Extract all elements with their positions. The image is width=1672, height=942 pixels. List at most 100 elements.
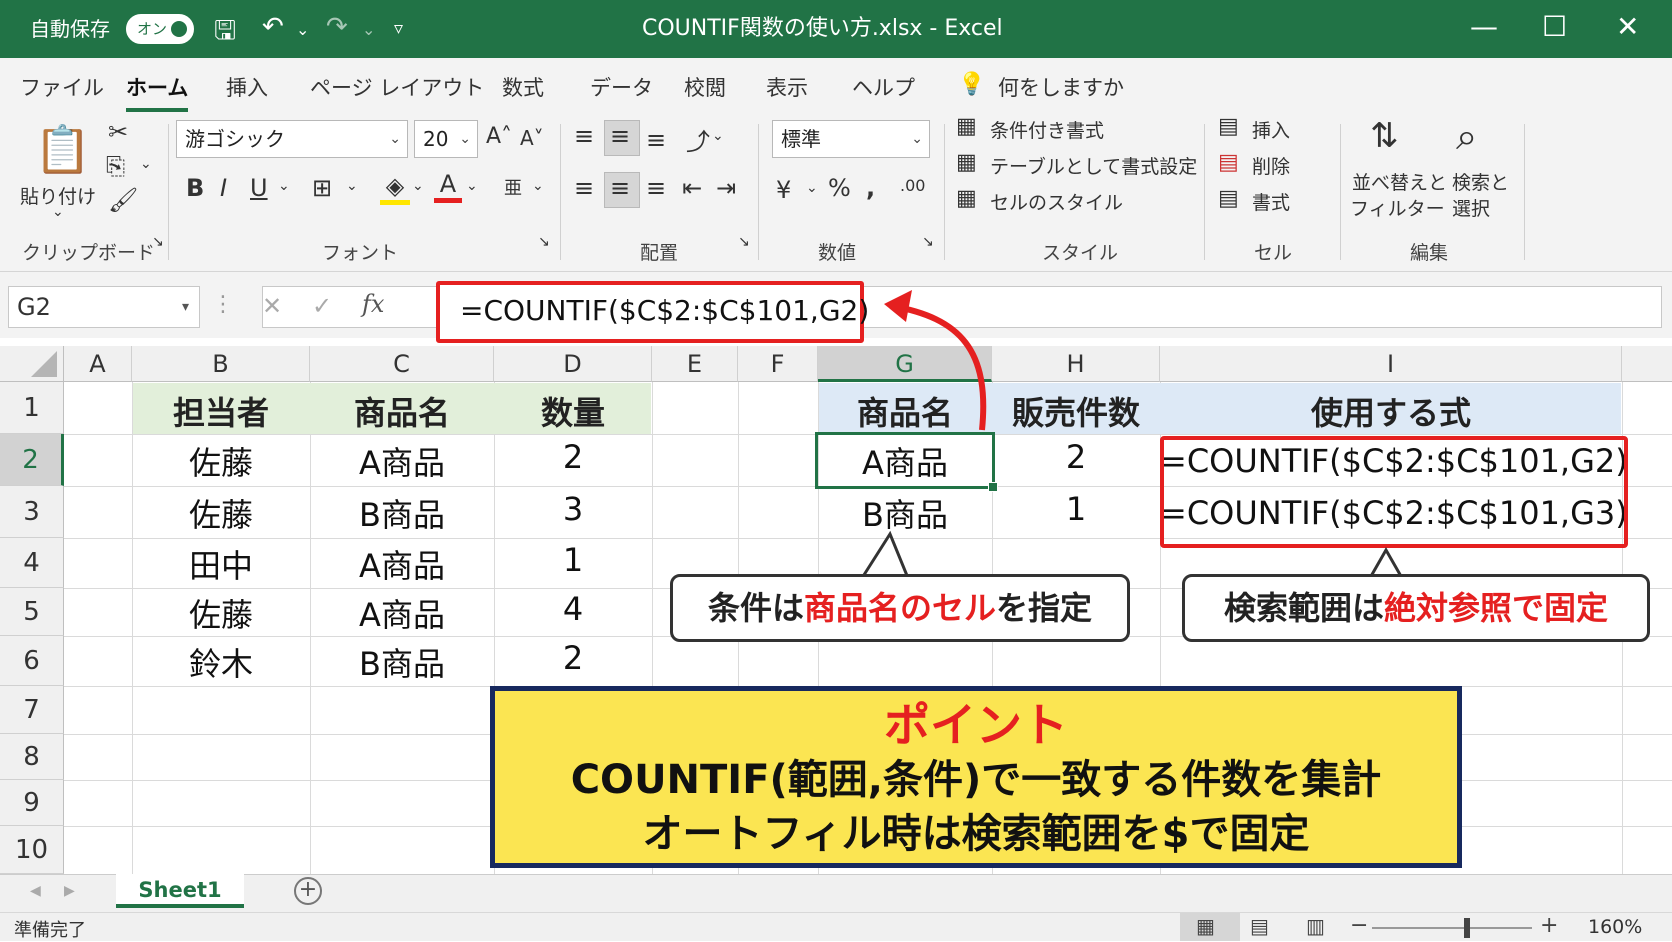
enter-icon[interactable]: ✓ xyxy=(312,292,332,320)
header-shohinmei[interactable]: 商品名 xyxy=(310,388,494,434)
sort-filter-label-1[interactable]: 並べ替えと xyxy=(1352,168,1447,195)
underline-dropdown-icon[interactable]: ⌄ xyxy=(278,178,290,194)
zoom-slider-track[interactable] xyxy=(1372,927,1532,929)
cell-h3[interactable]: 1 xyxy=(992,490,1160,528)
function-icon[interactable]: fx xyxy=(362,290,384,318)
zoom-slider-thumb[interactable] xyxy=(1464,918,1470,938)
redo-icon[interactable]: ↷ xyxy=(326,12,348,42)
row-header-8[interactable]: 8 xyxy=(0,734,64,780)
row-header-6[interactable]: 6 xyxy=(0,636,64,686)
undo-icon[interactable]: ↶ xyxy=(262,12,284,42)
sort-filter-icon[interactable]: ⇅ xyxy=(1370,116,1399,156)
fill-color-icon[interactable]: ◈ xyxy=(380,172,410,205)
undo-dropdown-icon[interactable]: ⌄ xyxy=(296,20,309,39)
column-header-d[interactable]: D xyxy=(494,346,652,382)
alignment-launcher-icon[interactable]: ↘ xyxy=(738,234,750,250)
cell-g2[interactable]: A商品 xyxy=(818,438,992,484)
zoom-in-icon[interactable]: + xyxy=(1540,913,1558,938)
save-icon[interactable]: 🖫 xyxy=(214,12,236,56)
font-color-icon[interactable]: A xyxy=(434,170,462,203)
column-header-h[interactable]: H xyxy=(992,346,1160,382)
page-layout-view-icon[interactable]: ▤ xyxy=(1250,914,1269,938)
header-h1-hanbai[interactable]: 販売件数 xyxy=(992,388,1160,434)
cell-c5[interactable]: A商品 xyxy=(310,590,494,636)
cell-b3[interactable]: 佐藤 xyxy=(132,490,310,536)
paste-icon[interactable]: 📋 xyxy=(34,122,91,177)
decimal-icon[interactable]: .00 xyxy=(900,176,925,195)
tab-insert[interactable]: 挿入 xyxy=(226,72,268,102)
currency-icon[interactable]: ¥ xyxy=(776,176,791,204)
column-header-c[interactable]: C xyxy=(310,346,494,382)
align-top-icon[interactable]: ≡ xyxy=(574,122,594,150)
cell-b2[interactable]: 佐藤 xyxy=(132,438,310,484)
align-right-icon[interactable]: ≡ xyxy=(646,174,666,202)
font-color-dropdown-icon[interactable]: ⌄ xyxy=(466,178,478,194)
header-i1-shiki[interactable]: 使用する式 xyxy=(1160,388,1622,434)
orientation-icon[interactable]: ⤴ xyxy=(686,122,710,157)
delete-cells-button[interactable]: 削除 xyxy=(1252,152,1290,179)
cell-styles-button[interactable]: セルのスタイル xyxy=(990,188,1123,215)
header-tantousha[interactable]: 担当者 xyxy=(132,388,310,434)
find-select-label-2[interactable]: 選択 xyxy=(1452,194,1490,221)
header-suryo[interactable]: 数量 xyxy=(494,388,652,434)
number-format-combo[interactable]: 標準 ⌄ xyxy=(772,120,930,158)
page-break-view-icon[interactable]: ▥ xyxy=(1306,914,1325,938)
row-header-9[interactable]: 9 xyxy=(0,780,64,826)
font-name-combo[interactable]: 游ゴシック ⌄ xyxy=(176,120,408,158)
name-box[interactable]: G2 ▾ xyxy=(8,286,200,328)
close-icon[interactable]: ✕ xyxy=(1616,10,1639,43)
borders-dropdown-icon[interactable]: ⌄ xyxy=(346,178,358,194)
scroll-left-icon[interactable]: ◀ xyxy=(30,883,41,899)
increase-indent-icon[interactable]: ⇥ xyxy=(716,174,736,202)
tab-data[interactable]: データ xyxy=(590,72,653,102)
fill-dropdown-icon[interactable]: ⌄ xyxy=(412,178,424,194)
format-cells-button[interactable]: 書式 xyxy=(1252,188,1290,215)
zoom-out-icon[interactable]: − xyxy=(1350,913,1368,938)
cell-d2[interactable]: 2 xyxy=(494,438,652,476)
copy-dropdown-icon[interactable]: ⌄ xyxy=(140,156,152,172)
paste-dropdown-icon[interactable]: ⌄ xyxy=(52,204,64,220)
tab-home[interactable]: ホーム xyxy=(126,72,189,112)
autosave-toggle[interactable]: オン xyxy=(126,14,194,44)
tab-page-layout[interactable]: ページ レイアウト xyxy=(310,72,484,102)
sheet-tab-sheet1[interactable]: Sheet1 xyxy=(116,874,244,908)
align-bottom-icon[interactable]: ≡ xyxy=(646,126,666,154)
select-all-button[interactable] xyxy=(0,346,64,382)
row-header-4[interactable]: 4 xyxy=(0,538,64,588)
cell-d5[interactable]: 4 xyxy=(494,590,652,628)
tab-formulas[interactable]: 数式 xyxy=(502,72,544,102)
phonetic-dropdown-icon[interactable]: ⌄ xyxy=(532,178,544,194)
column-header-f[interactable]: F xyxy=(738,346,818,382)
italic-icon[interactable]: I xyxy=(220,174,227,202)
insert-cells-button[interactable]: 挿入 xyxy=(1252,116,1290,143)
decrease-font-icon[interactable]: A˅ xyxy=(520,126,544,150)
comma-icon[interactable]: , xyxy=(866,174,875,202)
increase-font-icon[interactable]: A˄ xyxy=(486,124,512,149)
cell-b4[interactable]: 田中 xyxy=(132,541,310,587)
underline-icon[interactable]: U xyxy=(250,174,268,202)
minimize-icon[interactable]: — xyxy=(1470,10,1498,43)
currency-dropdown-icon[interactable]: ⌄ xyxy=(806,180,818,196)
customize-qat-icon[interactable]: ▿ xyxy=(394,18,403,39)
borders-icon[interactable]: ⊞ xyxy=(312,174,332,202)
add-sheet-icon[interactable]: + xyxy=(294,877,322,905)
row-header-1[interactable]: 1 xyxy=(0,382,64,434)
font-launcher-icon[interactable]: ↘ xyxy=(538,234,550,250)
cut-icon[interactable]: ✂ xyxy=(108,118,128,146)
column-header-e[interactable]: E xyxy=(652,346,738,382)
format-as-table-button[interactable]: テーブルとして書式設定 xyxy=(990,152,1197,179)
search-icon[interactable]: ⌕ xyxy=(1456,114,1477,159)
cell-d4[interactable]: 1 xyxy=(494,541,652,579)
row-header-2[interactable]: 2 xyxy=(0,434,64,486)
row-header-7[interactable]: 7 xyxy=(0,686,64,734)
lightbulb-icon[interactable]: 💡 xyxy=(958,72,985,97)
number-launcher-icon[interactable]: ↘ xyxy=(922,234,934,250)
column-header-i[interactable]: I xyxy=(1160,346,1622,382)
cell-c4[interactable]: A商品 xyxy=(310,541,494,587)
column-header-a[interactable]: A xyxy=(64,346,132,382)
cell-b6[interactable]: 鈴木 xyxy=(132,639,310,685)
tab-file[interactable]: ファイル xyxy=(20,72,104,102)
font-size-combo[interactable]: 20 ⌄ xyxy=(414,120,478,158)
cell-d3[interactable]: 3 xyxy=(494,490,652,528)
redo-dropdown-icon[interactable]: ⌄ xyxy=(362,20,375,39)
